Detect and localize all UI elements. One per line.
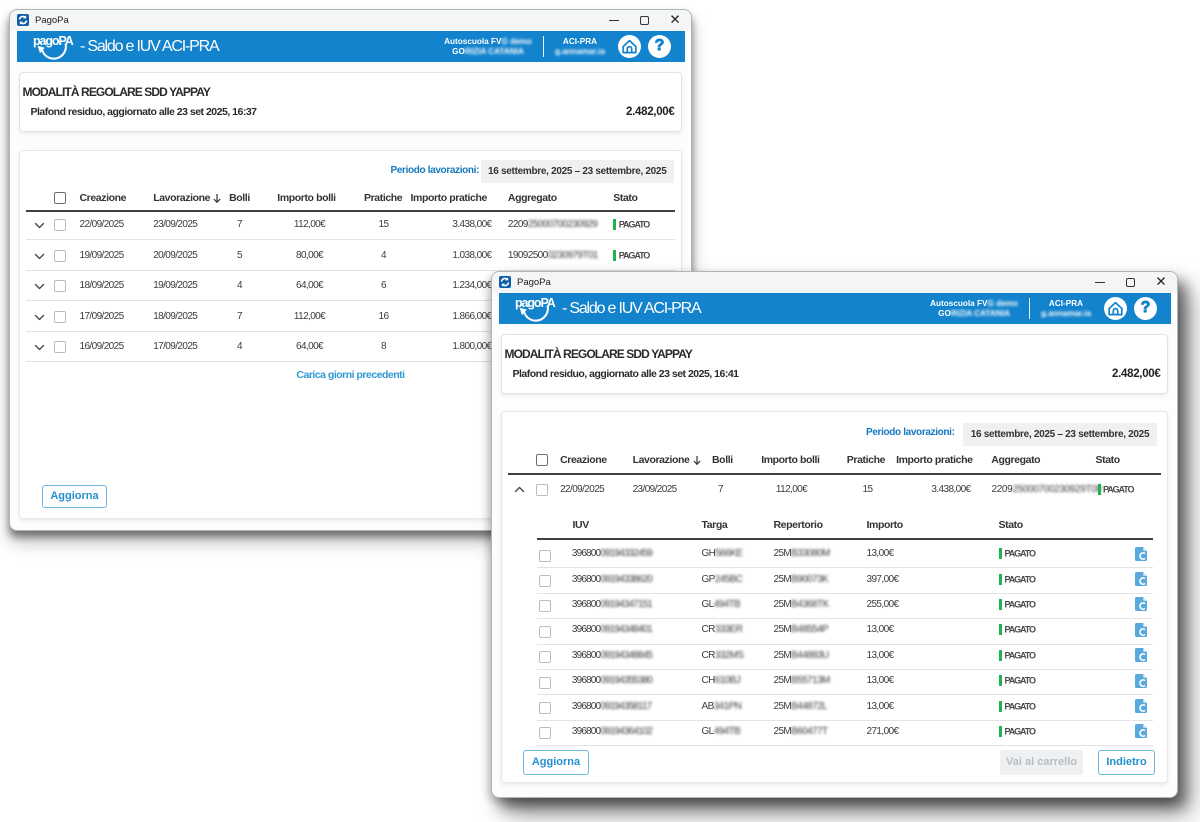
svg-text:pagoPA: pagoPA bbox=[515, 296, 556, 310]
svg-text:pagoPA: pagoPA bbox=[33, 34, 74, 48]
